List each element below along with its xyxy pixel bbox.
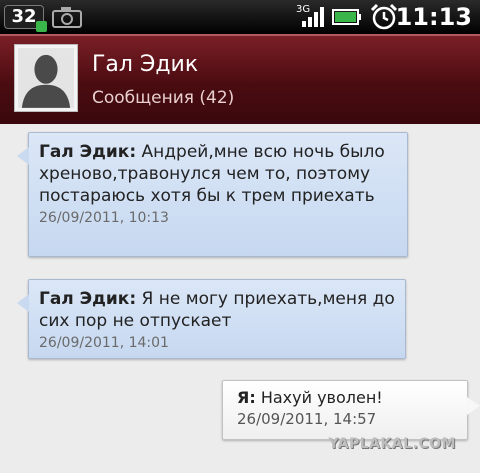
message-timestamp: 26/09/2011, 14:57 xyxy=(237,410,377,428)
camera-icon[interactable] xyxy=(52,6,82,32)
watermark: YAPLAKAL.COM xyxy=(328,436,456,452)
bubble-tail xyxy=(17,147,29,165)
status-time: 11:13 xyxy=(395,3,472,31)
status-bar: 32 3G 11:13 xyxy=(0,0,480,34)
message-bubble-incoming[interactable]: Гал Эдик: Я не могу приехать,меня до сих… xyxy=(17,279,406,359)
message-text: Нахуй уволен! xyxy=(260,388,383,407)
message-bubble-outgoing[interactable]: Я: Нахуй уволен! 26/09/2011, 14:57 xyxy=(222,380,480,440)
message-thread[interactable]: Гал Эдик: Андрей,мне всю ночь было хрено… xyxy=(0,124,480,473)
contact-name: Гал Эдик xyxy=(92,52,199,77)
notification-count-badge[interactable]: 32 xyxy=(4,5,47,32)
signal-icon xyxy=(296,6,326,32)
bubble-tail xyxy=(17,294,29,312)
message-body: Гал Эдик: Андрей,мне всю ночь было хрено… xyxy=(39,141,397,207)
message-timestamp: 26/09/2011, 10:13 xyxy=(39,210,169,226)
message-sender: Гал Эдик: xyxy=(39,289,137,309)
message-sender: Гал Эдик: xyxy=(39,142,137,162)
message-body: Гал Эдик: Я не могу приехать,меня до сих… xyxy=(39,288,395,332)
message-body: Я: Нахуй уволен! xyxy=(237,388,455,408)
battery-icon xyxy=(332,7,362,31)
bubble-tail xyxy=(467,397,480,415)
message-timestamp: 26/09/2011, 14:01 xyxy=(39,335,169,351)
message-bubble-incoming[interactable]: Гал Эдик: Андрей,мне всю ночь было хрено… xyxy=(17,132,408,257)
avatar[interactable] xyxy=(14,44,78,112)
person-silhouette-icon xyxy=(18,48,74,108)
message-count-label: Сообщения (42) xyxy=(92,88,235,108)
alarm-icon xyxy=(370,3,398,34)
message-sender: Я: xyxy=(237,388,256,407)
conversation-header: Гал Эдик Сообщения (42) xyxy=(0,34,480,124)
